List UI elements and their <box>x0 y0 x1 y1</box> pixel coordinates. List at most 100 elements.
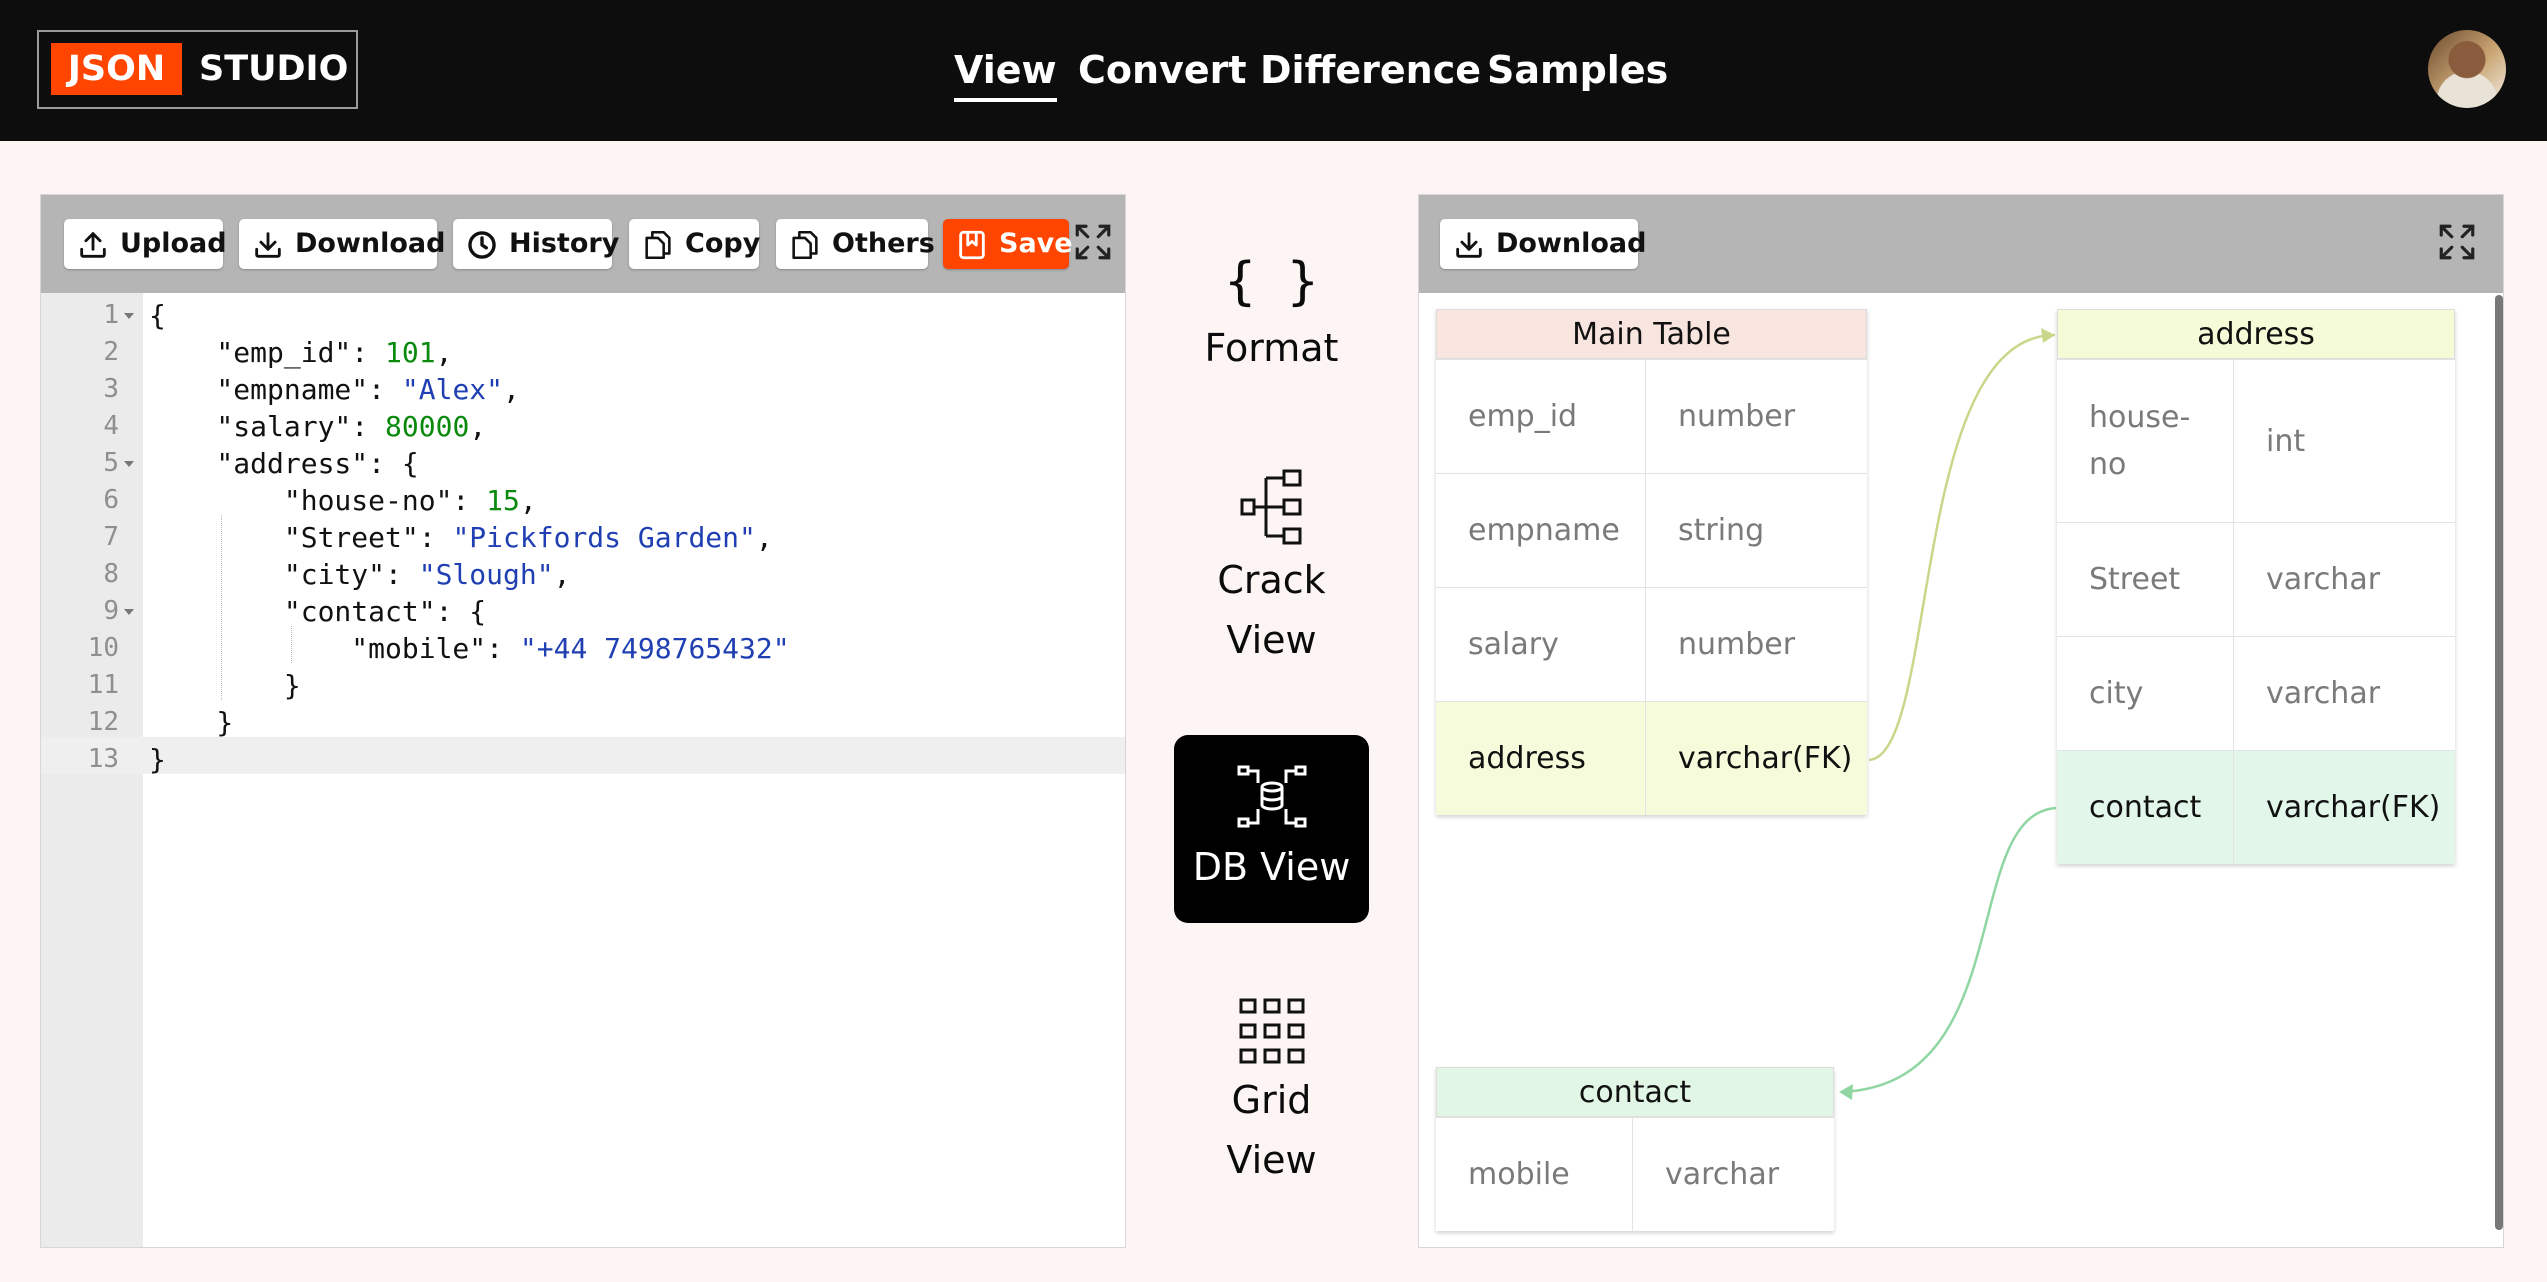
line-number: 9 <box>103 596 119 626</box>
code-line[interactable]: } <box>149 741 166 778</box>
line-number: 2 <box>103 337 119 367</box>
code-line[interactable]: "address": { <box>149 445 418 482</box>
code-line[interactable]: "contact": { <box>149 593 486 630</box>
top-nav-bar: JSON STUDIO View Convert Difference Samp… <box>0 0 2547 141</box>
field-type: varchar(FK) <box>1645 702 1867 815</box>
upload-label: Upload <box>120 228 227 259</box>
nav-view[interactable]: View <box>954 40 1057 102</box>
field-type: varchar(FK) <box>2233 751 2455 864</box>
table-row-foreign-key: contact varchar(FK) <box>2057 750 2455 864</box>
field-type: varchar <box>2233 523 2455 636</box>
format-label: Format <box>1204 326 1339 370</box>
main-table-title: Main Table <box>1436 309 1867 359</box>
line-number: 12 <box>87 707 119 737</box>
line-number: 6 <box>103 485 119 515</box>
expand-editor-icon[interactable] <box>1072 221 1114 263</box>
editor-toolbar: Upload Download History Copy Others Save <box>41 195 1125 293</box>
json-studio-logo[interactable]: JSON STUDIO <box>37 30 358 109</box>
arrowhead-contact <box>1839 1084 1853 1100</box>
fold-arrow-icon[interactable] <box>124 461 134 467</box>
table-row: emp_id number <box>1436 359 1867 473</box>
code-line[interactable]: "emp_id": 101, <box>149 334 452 371</box>
fold-arrow-icon[interactable] <box>124 609 134 615</box>
table-row: house- no int <box>2057 359 2455 522</box>
nav-samples[interactable]: Samples <box>1487 40 1668 100</box>
line-number: 7 <box>103 522 119 552</box>
save-label: Save <box>999 228 1073 259</box>
line-number: 8 <box>103 559 119 589</box>
field-type: number <box>1645 588 1867 701</box>
copy-label: Copy <box>685 228 761 259</box>
download-button[interactable]: Download <box>239 219 445 269</box>
grid-view-button[interactable]: Grid View <box>1174 990 1369 1200</box>
field-name: Street <box>2089 562 2181 597</box>
connector-address <box>1868 333 2056 762</box>
table-row-foreign-key: address varchar(FK) <box>1436 701 1867 815</box>
code-line[interactable]: { <box>149 297 166 334</box>
arrowhead-address <box>2041 328 2055 343</box>
others-label: Others <box>832 228 935 259</box>
others-button[interactable]: Others <box>776 219 935 269</box>
field-name: emp_id <box>1468 399 1578 434</box>
code-line[interactable]: "empname": "Alex", <box>149 371 519 408</box>
user-avatar[interactable] <box>2428 30 2506 108</box>
field-name: salary <box>1468 627 1559 662</box>
table-row: empname string <box>1436 473 1867 587</box>
field-name: mobile <box>1468 1157 1570 1192</box>
upload-icon <box>80 232 106 258</box>
field-name: city <box>2089 676 2144 711</box>
copy-icon <box>645 230 671 260</box>
table-row: city varchar <box>2057 636 2455 750</box>
code-line[interactable]: } <box>149 704 233 741</box>
contact-table[interactable]: contact mobile varchar <box>1436 1067 1834 1231</box>
bookmark-icon <box>959 230 985 260</box>
copy-button[interactable]: Copy <box>629 219 761 269</box>
upload-button[interactable]: Upload <box>64 219 227 269</box>
code-line[interactable]: } <box>149 667 301 704</box>
code-line[interactable]: "city": "Slough", <box>149 556 571 593</box>
nav-convert[interactable]: Convert <box>1078 40 1247 100</box>
fold-arrow-icon[interactable] <box>124 313 134 319</box>
database-icon <box>1237 765 1306 828</box>
nav-difference[interactable]: Difference <box>1260 40 1481 100</box>
db-view-button[interactable]: DB View <box>1174 735 1369 923</box>
address-table[interactable]: address house- no int Street varchar cit… <box>2057 309 2455 864</box>
logo-json-text: JSON <box>51 43 182 95</box>
table-row: Street varchar <box>2057 522 2455 636</box>
format-view-button[interactable]: { } Format <box>1174 246 1369 396</box>
line-number: 5 <box>103 448 119 478</box>
code-line[interactable]: "salary": 80000, <box>149 408 486 445</box>
grid-label-2: View <box>1226 1138 1317 1182</box>
history-button[interactable]: History <box>453 219 619 269</box>
crack-label-2: View <box>1226 618 1317 662</box>
save-button[interactable]: Save <box>943 219 1073 269</box>
code-line[interactable]: "house-no": 15, <box>149 482 537 519</box>
braces-icon: { } <box>1224 252 1319 312</box>
field-name: house- no <box>2089 400 2191 482</box>
line-number: 4 <box>103 411 119 441</box>
main-table[interactable]: Main Table emp_id number empname string … <box>1436 309 1867 815</box>
field-type: number <box>1645 360 1867 473</box>
others-icon <box>792 230 818 260</box>
crack-view-button[interactable]: Crack View <box>1174 462 1369 682</box>
code-line[interactable]: "Street": "Pickfords Garden", <box>149 519 773 556</box>
logo-studio-text: STUDIO <box>199 49 349 89</box>
db-view-panel: Download Main Table emp_id number empnam… <box>1418 194 2504 1248</box>
field-type: string <box>1645 474 1867 587</box>
field-name: address <box>1468 741 1586 776</box>
json-editor-panel: Upload Download History Copy Others Save… <box>40 194 1126 1248</box>
field-type: varchar <box>1632 1118 1834 1231</box>
scrollbar-thumb[interactable] <box>2495 295 2503 1230</box>
contact-table-title: contact <box>1436 1067 1834 1117</box>
field-type: varchar <box>2233 637 2455 750</box>
history-icon <box>468 231 496 259</box>
tree-icon <box>1240 469 1301 545</box>
db-view-label: DB View <box>1192 845 1351 889</box>
line-number: 3 <box>103 374 119 404</box>
history-label: History <box>509 228 620 259</box>
grid-label-1: Grid <box>1231 1078 1312 1122</box>
download-label: Download <box>295 228 446 259</box>
field-name: empname <box>1468 513 1620 548</box>
line-number: 13 <box>87 744 119 774</box>
code-line[interactable]: "mobile": "+44 7498765432" <box>149 630 789 667</box>
